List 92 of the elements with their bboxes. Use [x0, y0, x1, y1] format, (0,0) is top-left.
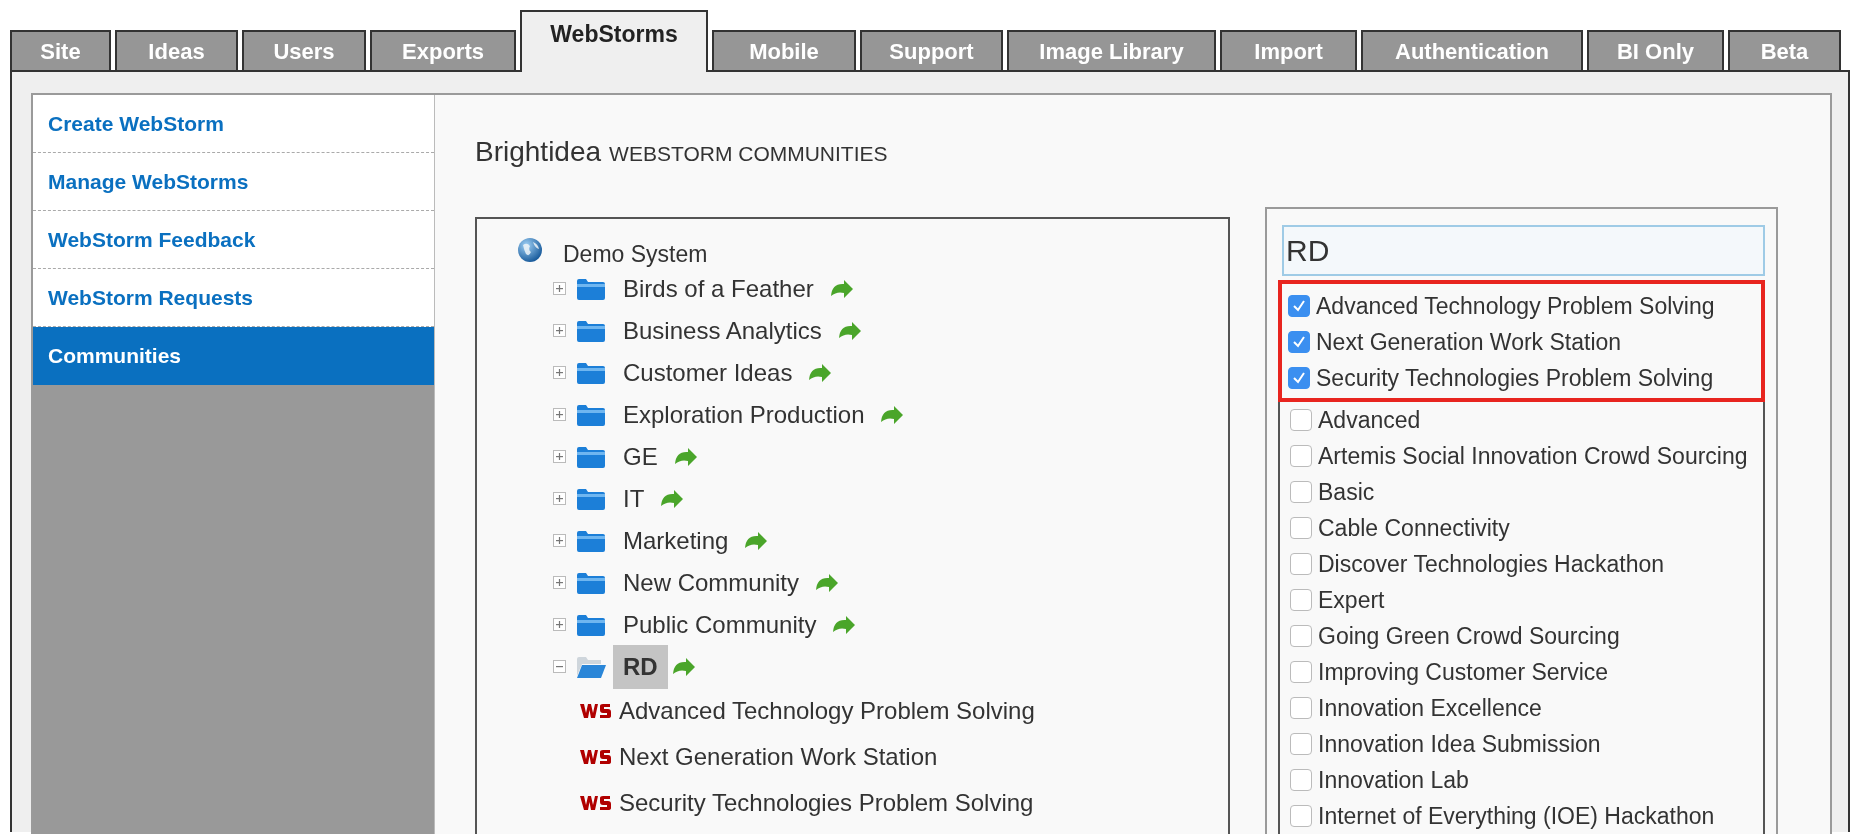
checkbox[interactable]: [1290, 409, 1312, 431]
checkbox[interactable]: [1290, 805, 1312, 827]
check-icon: [1291, 334, 1307, 350]
tree-node[interactable]: Customer Ideas: [623, 354, 793, 391]
checkbox[interactable]: [1290, 517, 1312, 539]
open-folder-icon: [576, 654, 606, 679]
sidebar-item[interactable]: Manage WebStorms: [33, 153, 434, 211]
checkbox-label[interactable]: Expert: [1318, 582, 1385, 618]
checkbox-label[interactable]: Advanced Technology Problem Solving: [1316, 288, 1715, 324]
globe-icon: [517, 237, 543, 263]
tree-node[interactable]: Next Generation Work Station: [619, 738, 938, 775]
checkbox[interactable]: [1290, 625, 1312, 647]
tree-node[interactable]: Marketing: [623, 522, 729, 559]
plus-icon: [555, 494, 564, 503]
curved-arrow-icon: [806, 362, 833, 383]
curved-arrow-icon: [658, 488, 685, 509]
plus-icon: [555, 410, 564, 419]
tab[interactable]: WebStorms: [520, 10, 708, 72]
expand-toggle[interactable]: [553, 366, 566, 379]
checkbox-label[interactable]: Security Technologies Problem Solving: [1316, 360, 1714, 396]
folder-icon: [576, 612, 606, 637]
expand-toggle[interactable]: [553, 660, 566, 673]
tree-node[interactable]: GE: [623, 438, 658, 475]
page-title: Brightidea: [475, 135, 602, 169]
folder-icon: [576, 276, 606, 301]
filter-field[interactable]: RD: [1282, 225, 1765, 276]
checkbox[interactable]: [1288, 331, 1310, 353]
checkbox[interactable]: [1290, 769, 1312, 791]
tree-node[interactable]: Birds of a Feather: [623, 270, 814, 307]
check-icon: [1291, 370, 1307, 386]
tree-node[interactable]: Business Analytics: [623, 312, 822, 349]
tree-node[interactable]: Security Technologies Problem Solving: [619, 784, 1034, 821]
curved-arrow-icon: [830, 614, 857, 635]
sidebar-item[interactable]: Communities: [33, 327, 434, 385]
folder-icon: [576, 318, 606, 343]
sidebar-item[interactable]: WebStorm Feedback: [33, 211, 434, 269]
plus-icon: [555, 452, 564, 461]
tree-node[interactable]: RD: [613, 644, 668, 689]
checkbox-label[interactable]: Innovation Idea Submission: [1318, 726, 1601, 762]
checkbox[interactable]: [1290, 445, 1312, 467]
checkbox-label[interactable]: Artemis Social Innovation Crowd Sourcing: [1318, 438, 1748, 474]
folder-icon: [576, 402, 606, 427]
expand-toggle[interactable]: [553, 282, 566, 295]
plus-icon: [555, 326, 564, 335]
expand-toggle[interactable]: [553, 492, 566, 505]
checkbox-label[interactable]: Innovation Excellence: [1318, 690, 1542, 726]
folder-icon: [576, 528, 606, 553]
folder-icon: [576, 570, 606, 595]
checkbox[interactable]: [1290, 733, 1312, 755]
sidebar-item[interactable]: WebStorm Requests: [33, 269, 434, 327]
plus-icon: [555, 578, 564, 587]
expand-toggle[interactable]: [553, 408, 566, 421]
plus-icon: [555, 284, 564, 293]
plus-icon: [555, 620, 564, 629]
tree-node[interactable]: Exploration Production: [623, 396, 865, 433]
curved-arrow-icon: [878, 404, 905, 425]
tree-node[interactable]: New Community: [623, 564, 800, 601]
curved-arrow-icon: [813, 572, 840, 593]
sidebar-item[interactable]: Create WebStorm: [33, 95, 434, 153]
curved-arrow-icon: [742, 530, 769, 551]
checkbox-label[interactable]: Innovation Lab: [1318, 762, 1469, 798]
checkbox-label[interactable]: Going Green Crowd Sourcing: [1318, 618, 1620, 654]
checkbox[interactable]: [1290, 481, 1312, 503]
plus-icon: [555, 536, 564, 545]
folder-icon: [576, 360, 606, 385]
checkbox[interactable]: [1290, 697, 1312, 719]
folder-icon: [576, 486, 606, 511]
checkbox-label[interactable]: Cable Connectivity: [1318, 510, 1510, 546]
checkbox[interactable]: [1290, 553, 1312, 575]
page-subtitle: WEBSTORM COMMUNITIES: [609, 141, 888, 167]
plus-icon: [555, 368, 564, 377]
tree-node[interactable]: IT: [623, 480, 645, 517]
checkbox-label[interactable]: Improving Customer Service: [1318, 654, 1609, 690]
checkbox-label[interactable]: Next Generation Work Station: [1316, 324, 1622, 360]
check-icon: [1291, 298, 1307, 314]
expand-toggle[interactable]: [553, 618, 566, 631]
checkbox[interactable]: [1288, 367, 1310, 389]
expand-toggle[interactable]: [553, 576, 566, 589]
checkbox-label[interactable]: Advanced: [1318, 402, 1421, 438]
expand-toggle[interactable]: [553, 450, 566, 463]
tree-node[interactable]: Public Community: [623, 606, 817, 643]
expand-toggle[interactable]: [553, 534, 566, 547]
checkbox-label[interactable]: Internet of Everything (IOE) Hackathon: [1318, 798, 1715, 834]
checkbox[interactable]: [1288, 295, 1310, 317]
checkbox[interactable]: [1290, 589, 1312, 611]
checkbox-label[interactable]: Basic: [1318, 474, 1375, 510]
tree-node[interactable]: Advanced Technology Problem Solving: [619, 692, 1035, 729]
expand-toggle[interactable]: [553, 324, 566, 337]
checkbox[interactable]: [1290, 661, 1312, 683]
folder-icon: [576, 444, 606, 469]
checkbox-label[interactable]: Discover Technologies Hackathon: [1318, 546, 1665, 582]
tree-node[interactable]: Demo System: [563, 236, 708, 272]
